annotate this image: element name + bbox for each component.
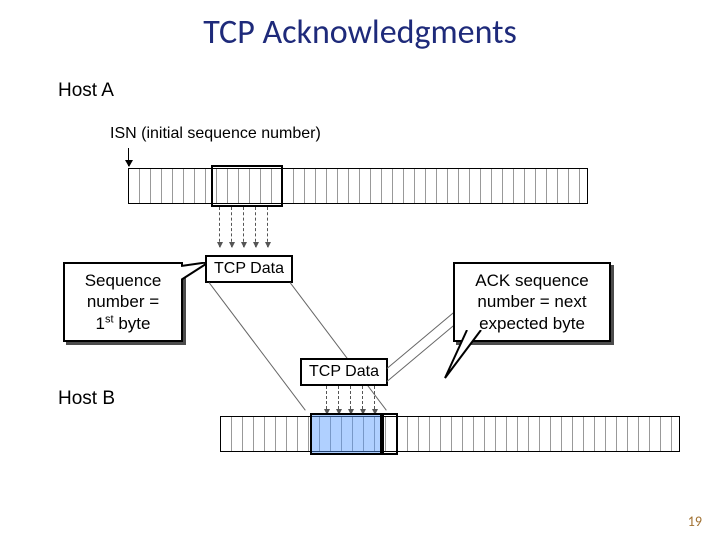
ack-l2: number = next (477, 292, 586, 311)
isn-arrow (128, 148, 129, 166)
seq-l3c: byte (114, 314, 151, 333)
seq-l2: number = (87, 292, 159, 311)
seq-l1: Sequence (85, 271, 162, 290)
host-b-bytestream (220, 416, 680, 452)
host-b-next-byte (382, 413, 398, 455)
host-b-label: Host B (58, 388, 115, 410)
host-a-sent-segment (211, 165, 283, 207)
host-a-label: Host A (58, 80, 114, 102)
slide-title: TCP Acknowledgments (0, 12, 720, 53)
seq-l3b: st (105, 313, 114, 325)
ack-l3: expected byte (479, 314, 585, 333)
tcp-data-b: TCP Data (300, 358, 388, 386)
isn-label: ISN (initial sequence number) (110, 125, 321, 143)
ack-l1: ACK sequence (475, 271, 588, 290)
tcp-data-a: TCP Data (205, 255, 293, 283)
seq-l3a: 1 (96, 314, 105, 333)
host-b-received-segment (310, 413, 382, 455)
page-number: 19 (688, 513, 702, 530)
ack-callout-tail (443, 330, 483, 380)
path-a-to-b-left (209, 282, 306, 410)
host-a-bytestream (128, 168, 588, 204)
seq-num-callout: Sequence number = 1st byte (63, 262, 183, 342)
